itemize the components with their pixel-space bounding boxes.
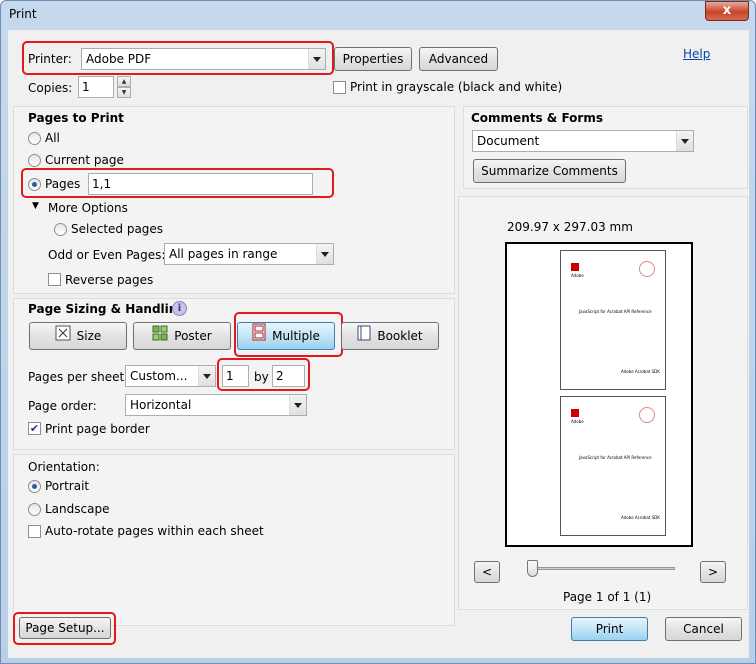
page-slider-thumb[interactable] [527, 560, 538, 577]
chevron-down-icon [676, 131, 693, 151]
autorotate-label: Auto-rotate pages within each sheet [45, 524, 264, 538]
thumb-title-1: JavaScript for Acrobat API Reference [579, 309, 652, 314]
pages-per-sheet-select[interactable]: Custom... [125, 365, 216, 387]
prev-page-button[interactable]: < [474, 561, 500, 583]
highlight-printer [22, 41, 334, 75]
copies-label: Copies: [28, 81, 73, 95]
close-icon[interactable]: x [705, 1, 749, 21]
landscape-radio[interactable] [28, 503, 41, 516]
highlight-pages [21, 168, 334, 198]
preview-page-indicator: Page 1 of 1 (1) [563, 590, 652, 604]
thumb-brand-1: Adobe [571, 273, 584, 278]
pages-per-sheet-value: Custom... [130, 369, 188, 383]
all-label: All [45, 131, 60, 145]
page-order-value: Horizontal [130, 398, 192, 412]
copies-up-icon[interactable]: ▲ [117, 76, 131, 87]
page-order-select[interactable]: Horizontal [125, 394, 307, 416]
odd-even-label: Odd or Even Pages: [48, 248, 166, 262]
adobe-logo-icon [571, 409, 579, 417]
help-link[interactable]: Help [683, 47, 710, 61]
grayscale-checkbox[interactable] [333, 81, 346, 94]
current-page-radio[interactable] [28, 154, 41, 167]
portrait-radio[interactable] [28, 480, 41, 493]
copies-input[interactable]: 1 [78, 76, 114, 98]
highlight-grid [217, 358, 310, 391]
stamp-icon [639, 261, 655, 277]
thumb-footer-2: Adobe Acrobat SDK [621, 515, 660, 520]
booklet-button[interactable]: Booklet [341, 322, 439, 350]
thumb-footer-1: Adobe Acrobat SDK [621, 369, 660, 374]
next-page-button[interactable]: > [700, 561, 726, 583]
summarize-comments-button[interactable]: Summarize Comments [473, 159, 626, 183]
print-dialog-window: Print x Printer: Adobe PDF Properties Ad… [0, 0, 756, 664]
orientation-title: Orientation: [28, 460, 100, 474]
comments-forms-title: Comments & Forms [471, 111, 603, 125]
reverse-pages-label: Reverse pages [65, 273, 154, 287]
page-order-label: Page order: [28, 399, 97, 413]
pages-to-print-title: Pages to Print [28, 111, 124, 125]
selected-pages-radio[interactable] [54, 223, 67, 236]
more-options-toggle[interactable]: More Options [48, 201, 128, 215]
cancel-button[interactable]: Cancel [665, 617, 742, 641]
autorotate-checkbox[interactable] [28, 525, 41, 538]
advanced-button[interactable]: Advanced [419, 47, 498, 71]
window-title: Print [9, 7, 37, 21]
comments-forms-select[interactable]: Document [472, 130, 694, 152]
poster-icon [152, 324, 168, 350]
portrait-label: Portrait [45, 479, 90, 493]
adobe-logo-icon [571, 263, 579, 271]
current-page-label: Current page [45, 153, 124, 167]
thumb-title-2: JavaScript for Acrobat API Reference [579, 455, 652, 460]
chevron-down-icon [289, 395, 306, 415]
booklet-icon [357, 324, 371, 350]
all-radio[interactable] [28, 132, 41, 145]
size-button[interactable]: Size [29, 322, 127, 350]
print-button[interactable]: Print [571, 617, 648, 641]
info-icon[interactable]: i [172, 301, 187, 316]
preview-page-2: Adobe JavaScript for Acrobat API Referen… [560, 396, 666, 536]
landscape-label: Landscape [45, 502, 110, 516]
print-border-label: Print page border [45, 422, 150, 436]
preview-page-1: Adobe JavaScript for Acrobat API Referen… [560, 250, 666, 390]
pages-to-print-panel [13, 106, 455, 294]
dialog-client-area: Printer: Adobe PDF Properties Advanced H… [8, 30, 749, 658]
page-sizing-title: Page Sizing & Handling [28, 302, 186, 316]
highlight-multiple [234, 312, 343, 357]
selected-pages-label: Selected pages [71, 222, 164, 236]
highlight-page-setup [13, 612, 116, 645]
odd-even-select[interactable]: All pages in range [164, 243, 334, 265]
preview-dimensions: 209.97 x 297.03 mm [507, 220, 633, 234]
stamp-icon [639, 407, 655, 423]
chevron-down-icon [198, 366, 215, 386]
triangle-down-icon[interactable]: ▼ [32, 201, 39, 211]
reverse-pages-checkbox[interactable] [48, 273, 61, 286]
comments-forms-value: Document [477, 134, 540, 148]
pages-per-sheet-label: Pages per sheet: [28, 370, 129, 384]
properties-button[interactable]: Properties [334, 47, 412, 71]
poster-button[interactable]: Poster [133, 322, 231, 350]
size-icon [55, 324, 71, 350]
grayscale-label: Print in grayscale (black and white) [350, 80, 563, 94]
odd-even-value: All pages in range [169, 247, 278, 261]
copies-down-icon[interactable]: ▼ [117, 87, 131, 98]
thumb-brand-2: Adobe [571, 419, 584, 424]
page-slider-track[interactable] [528, 567, 675, 570]
preview-sheet: Adobe JavaScript for Acrobat API Referen… [505, 242, 693, 547]
chevron-down-icon [316, 244, 333, 264]
print-border-checkbox[interactable]: ✔ [28, 422, 41, 435]
